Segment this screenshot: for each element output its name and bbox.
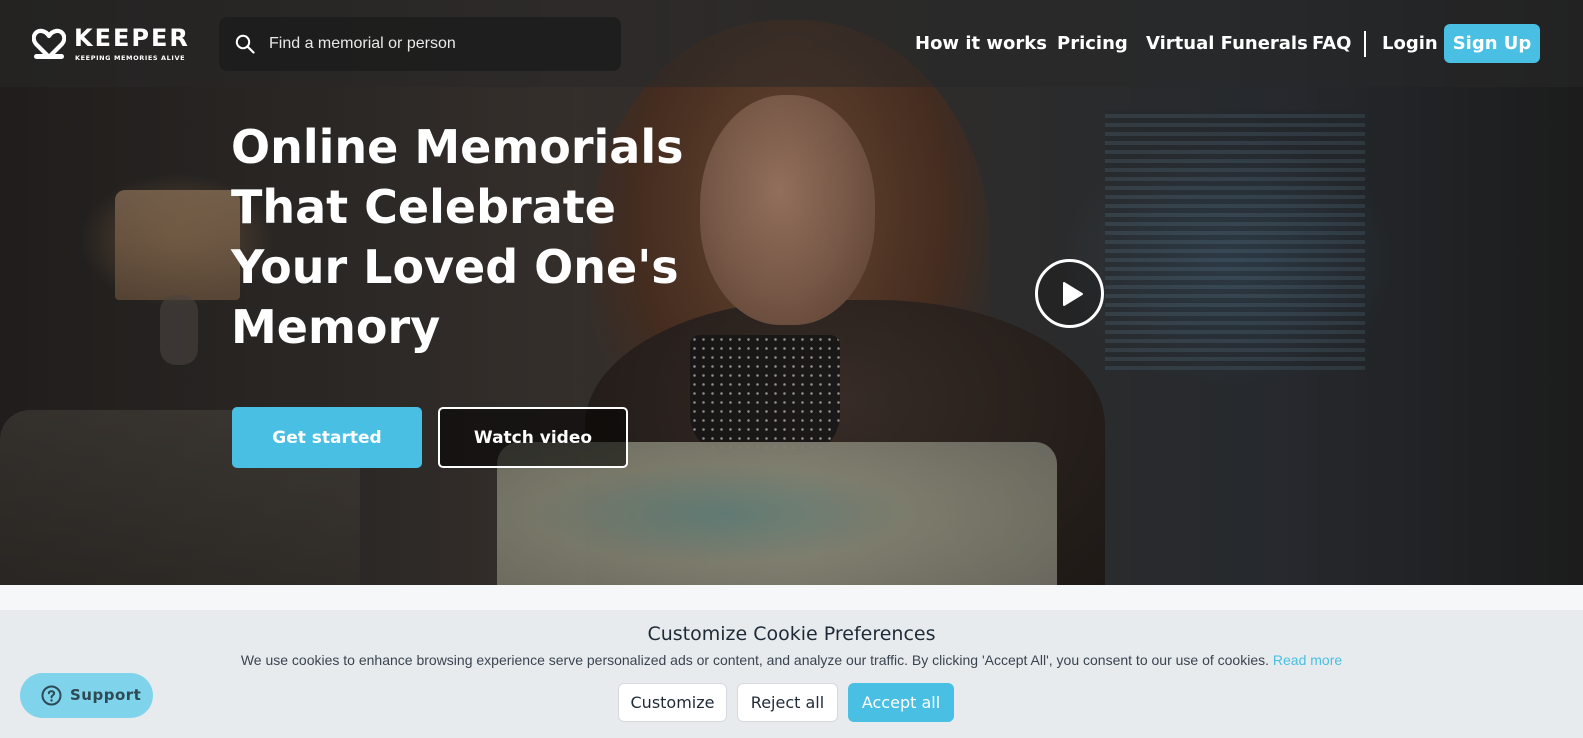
nav-virtual-funerals[interactable]: Virtual Funerals [1146,31,1308,57]
get-started-button[interactable]: Get started [232,407,422,468]
login-link[interactable]: Login [1382,31,1438,57]
headline-line-1: Online Memorials [231,120,684,174]
watch-video-button[interactable]: Watch video [438,407,628,468]
reject-all-button[interactable]: Reject all [737,683,838,722]
support-label: Support [70,686,142,704]
search-box[interactable] [219,17,621,71]
cookie-text: We use cookies to enhance browsing exper… [0,652,1583,668]
customize-button[interactable]: Customize [618,683,727,722]
nav-divider [1364,31,1366,57]
search-icon [235,34,255,54]
signup-button[interactable]: Sign Up [1444,24,1540,63]
logo-name: KEEPER [74,24,190,52]
play-video-button[interactable] [1035,259,1104,328]
accept-all-button[interactable]: Accept all [848,683,954,722]
logo-tagline: KEEPING MEMORIES ALIVE [75,54,186,62]
play-icon [1063,282,1083,306]
nav-how-it-works[interactable]: How it works [915,31,1047,57]
hero-headline: Online Memorials That Celebrate Your Lov… [231,117,691,357]
heart-logo-icon [32,28,66,60]
help-circle-icon [41,685,62,706]
site-header: KEEPER KEEPING MEMORIES ALIVE How it wor… [0,0,1583,87]
nav-pricing[interactable]: Pricing [1057,31,1128,57]
search-input[interactable] [269,17,609,71]
nav-faq[interactable]: FAQ [1312,31,1351,57]
cookie-description: We use cookies to enhance browsing exper… [240,652,1270,668]
headline-line-4: Memory [231,300,441,354]
cookie-title: Customize Cookie Preferences [647,623,936,645]
headline-line-3: Your Loved One's [231,240,679,294]
keeper-logo[interactable]: KEEPER KEEPING MEMORIES ALIVE [32,26,192,66]
read-more-link[interactable]: Read more [1273,652,1342,668]
support-button[interactable]: Support [20,673,153,718]
cookie-banner: Customize Cookie Preferences We use cook… [0,610,1583,738]
headline-line-2: That Celebrate [231,180,616,234]
